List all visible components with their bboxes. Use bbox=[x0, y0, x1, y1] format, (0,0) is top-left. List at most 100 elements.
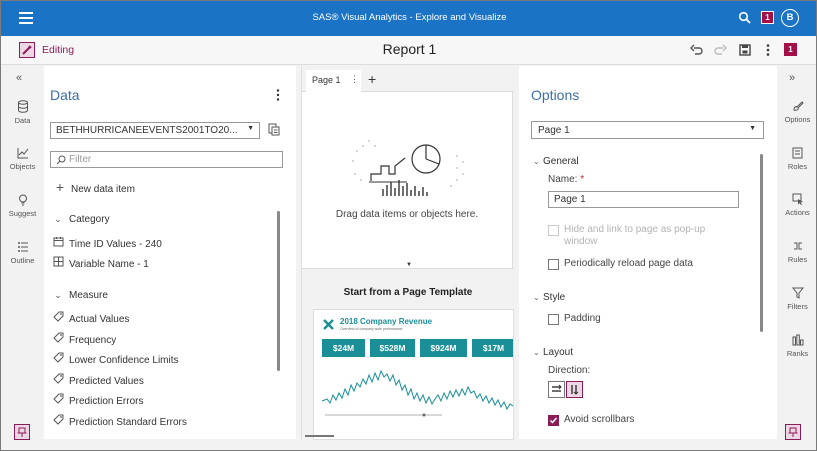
lightbulb-icon bbox=[18, 194, 27, 206]
category-group-header[interactable]: ⌄ Category bbox=[52, 214, 109, 225]
notification-badge[interactable]: 1 bbox=[761, 11, 774, 24]
tab-label: Page 1 bbox=[312, 75, 341, 85]
pin-right-icon[interactable] bbox=[785, 424, 801, 440]
rail-item-data[interactable]: Data bbox=[1, 100, 44, 125]
filter-input[interactable]: Filter bbox=[50, 151, 283, 168]
data-source-details-icon[interactable] bbox=[268, 123, 280, 136]
right-rail: » Options Roles Actions Rules Filters Ra… bbox=[777, 66, 816, 450]
chevron-down-icon: ⌄ bbox=[54, 214, 62, 224]
vertical-direction-icon bbox=[571, 385, 579, 395]
add-page-icon[interactable]: + bbox=[368, 71, 376, 87]
style-section-header[interactable]: ⌄ Style bbox=[533, 292, 565, 303]
rail-item-actions[interactable]: Actions bbox=[777, 193, 816, 217]
kpi-tile: $24M bbox=[322, 339, 365, 357]
rail-item-objects[interactable]: Objects bbox=[1, 147, 44, 171]
rail-item-roles[interactable]: Roles bbox=[777, 147, 816, 171]
more-options-icon[interactable] bbox=[761, 43, 775, 57]
hide-link-checkbox[interactable] bbox=[548, 225, 559, 236]
hide-link-label: Hide and link to page as pop-up window bbox=[564, 224, 706, 247]
data-item[interactable]: Variable Name - 1 bbox=[52, 256, 149, 270]
rail-item-outline[interactable]: Outline bbox=[1, 241, 44, 265]
page-tab-bar: Page 1 ⋮ + bbox=[302, 66, 514, 92]
new-data-item-label: New data item bbox=[71, 184, 135, 195]
padding-label: Padding bbox=[564, 313, 601, 324]
chevron-down-icon: ▼ bbox=[247, 125, 254, 132]
direction-horizontal-button[interactable] bbox=[548, 381, 565, 398]
undo-icon[interactable] bbox=[690, 43, 704, 57]
required-marker: * bbox=[580, 174, 585, 185]
measure-label: Measure bbox=[69, 290, 108, 301]
pin-icon bbox=[788, 427, 798, 437]
data-item[interactable]: Prediction Errors bbox=[52, 393, 143, 407]
rail-item-options[interactable]: Options bbox=[777, 100, 816, 124]
filter-icon bbox=[791, 287, 804, 299]
app-title: SAS® Visual Analytics - Explore and Visu… bbox=[312, 12, 507, 23]
data-source-select[interactable]: BETHHURRICANEEVENTS2001TO20... ▼ bbox=[50, 122, 260, 139]
data-item[interactable]: Time ID Values - 240 bbox=[52, 236, 162, 250]
avoid-scrollbars-label: Avoid scrollbars bbox=[564, 414, 635, 425]
data-pane-title: Data bbox=[50, 87, 80, 103]
save-icon[interactable] bbox=[738, 43, 752, 57]
general-label: General bbox=[543, 156, 579, 167]
ranks-icon bbox=[792, 334, 803, 346]
avoid-scrollbars-checkbox[interactable] bbox=[548, 415, 559, 426]
search-icon bbox=[56, 155, 66, 165]
kpi-tile: $17M bbox=[472, 339, 513, 357]
rail-item-suggest[interactable]: Suggest bbox=[1, 194, 44, 218]
reload-checkbox[interactable] bbox=[548, 259, 559, 270]
data-item-label: Prediction Errors bbox=[69, 396, 144, 408]
data-item-label: Prediction Standard Errors bbox=[69, 417, 187, 428]
rail-item-filters[interactable]: Filters bbox=[777, 287, 816, 311]
collapse-left-icon[interactable]: « bbox=[16, 72, 22, 84]
list-icon bbox=[17, 242, 28, 252]
chevron-down-icon: ▼ bbox=[749, 125, 756, 132]
options-scrollbar[interactable] bbox=[760, 154, 763, 332]
chevron-down-icon: ⌄ bbox=[533, 348, 540, 357]
direction-vertical-button[interactable] bbox=[566, 381, 583, 398]
measure-group-header[interactable]: ⌄ Measure bbox=[52, 290, 108, 301]
page-select[interactable]: Page 1 ▼ bbox=[531, 121, 764, 139]
general-section-header[interactable]: ⌄ General bbox=[533, 156, 579, 167]
page-template-card[interactable]: 2018 Company Revenue Overview of company… bbox=[313, 309, 514, 440]
data-item-label: Frequency bbox=[69, 334, 117, 346]
brush-icon bbox=[792, 101, 804, 111]
tab-page-1[interactable]: Page 1 ⋮ bbox=[306, 70, 361, 92]
plus-icon: + bbox=[55, 179, 65, 195]
template-subtitle: Overview of company wide performance bbox=[340, 327, 403, 331]
data-item[interactable]: Actual Values bbox=[52, 311, 129, 325]
page-select-value: Page 1 bbox=[538, 125, 570, 136]
new-data-item-button[interactable]: + New data item bbox=[54, 179, 135, 195]
rail-item-rules[interactable]: Rules bbox=[777, 240, 816, 264]
data-item[interactable]: Predicted Values bbox=[52, 373, 144, 387]
page-name-input[interactable]: Page 1 bbox=[548, 191, 739, 208]
padding-checkbox[interactable] bbox=[548, 314, 559, 325]
collapse-right-icon[interactable]: » bbox=[789, 72, 795, 84]
template-title: 2018 Company Revenue bbox=[340, 317, 433, 326]
tab-menu-icon[interactable]: ⋮ bbox=[350, 74, 359, 85]
rail-item-ranks[interactable]: Ranks bbox=[777, 334, 816, 358]
data-item[interactable]: Prediction Standard Errors bbox=[52, 414, 187, 428]
report-canvas: Page 1 ⋮ + Drag data items or objects he… bbox=[301, 66, 514, 440]
data-source-value: BETHHURRICANEEVENTS2001TO20... bbox=[56, 125, 238, 136]
layout-label: Layout bbox=[543, 347, 574, 358]
kpi-tile: $528M bbox=[370, 339, 415, 357]
data-item[interactable]: Frequency bbox=[52, 332, 116, 346]
canvas-scrollbar[interactable] bbox=[305, 435, 334, 437]
rail-label-suggest: Suggest bbox=[8, 209, 37, 218]
pin-left-icon[interactable] bbox=[14, 424, 30, 440]
measure-icon bbox=[52, 373, 64, 387]
report-badge[interactable]: 1 bbox=[784, 43, 797, 56]
rail-label-roles: Roles bbox=[787, 162, 808, 171]
data-pane-scrollbar[interactable] bbox=[277, 211, 280, 371]
user-avatar[interactable]: B bbox=[781, 9, 799, 27]
template-heading: Start from a Page Template bbox=[343, 287, 473, 298]
chevron-down-icon: ⌄ bbox=[54, 290, 62, 300]
redo-icon[interactable] bbox=[713, 43, 727, 57]
drop-zone-text: Drag data items or objects here. bbox=[335, 209, 479, 220]
layout-section-header[interactable]: ⌄ Layout bbox=[533, 347, 573, 358]
measure-icon bbox=[52, 414, 64, 428]
data-pane-menu-icon[interactable] bbox=[273, 88, 283, 102]
options-pane: Options Page 1 ▼ ⌄ General Name: * Page 1… bbox=[519, 66, 777, 439]
search-icon[interactable] bbox=[738, 11, 752, 25]
data-item[interactable]: Lower Confidence Limits bbox=[52, 352, 179, 366]
